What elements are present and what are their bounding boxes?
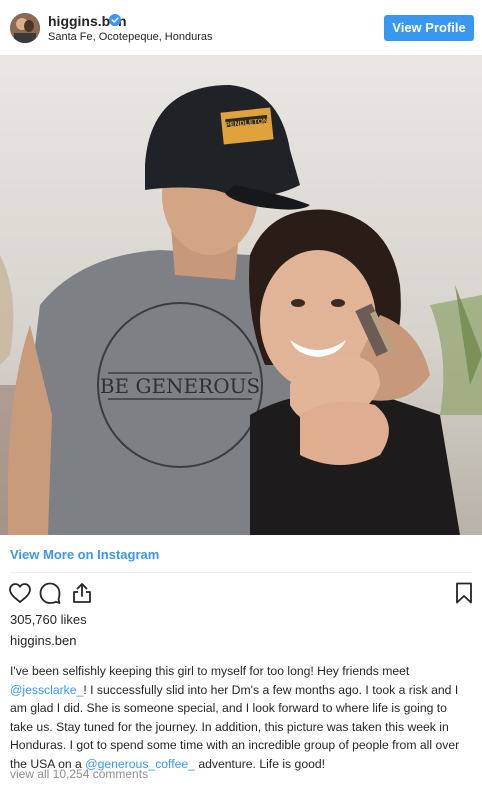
bookmark-icon[interactable]: [452, 581, 476, 605]
view-all-comments-link[interactable]: view all 10,254 comments: [10, 767, 148, 781]
divider: [10, 572, 472, 573]
share-icon[interactable]: [70, 581, 94, 605]
post-header: higgins.ben Santa Fe, Ocotepeque, Hondur…: [0, 0, 482, 55]
likes-count[interactable]: 305,760 likes: [10, 612, 87, 627]
post-caption: I've been selfishly keeping this girl to…: [10, 662, 472, 773]
view-more-on-instagram-link[interactable]: View More on Instagram: [10, 547, 159, 562]
caption-text: adventure. Life is good!: [194, 756, 326, 771]
avatar[interactable]: [10, 13, 40, 43]
comment-bubble-icon[interactable]: [38, 581, 62, 605]
heart-icon[interactable]: [8, 581, 32, 605]
action-bar: [0, 578, 482, 608]
view-profile-button[interactable]: View Profile: [384, 15, 474, 41]
instagram-embed-card: higgins.ben Santa Fe, Ocotepeque, Hondur…: [0, 0, 482, 790]
verified-badge-icon: [109, 14, 121, 26]
post-photo[interactable]: PENDLETON BE GENEROUS: [0, 55, 482, 535]
caption-username[interactable]: higgins.ben: [10, 633, 77, 648]
caption-text: I've been selfishly keeping this girl to…: [10, 664, 410, 678]
location-link[interactable]: Santa Fe, Ocotepeque, Honduras: [48, 31, 213, 43]
shirt-text: BE GENEROUS: [100, 374, 260, 398]
mention-link[interactable]: @jessclarke_: [10, 683, 83, 697]
